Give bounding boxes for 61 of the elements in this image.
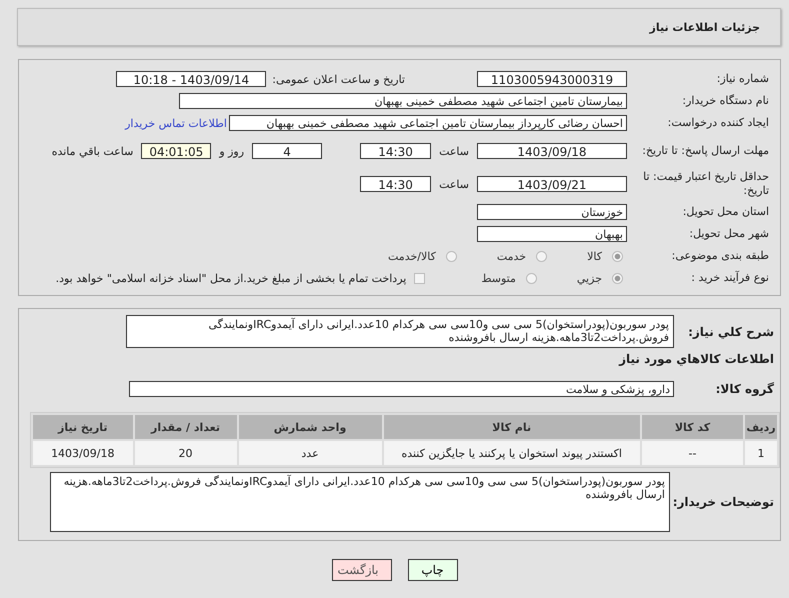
need-number-field: 1103005943000319	[477, 71, 627, 87]
column-header: تاریخ نیاز	[33, 415, 133, 439]
radio-button[interactable]	[612, 272, 623, 284]
column-header: واحد شمارش	[238, 415, 382, 439]
section-title: اطلاعات كالاهاي مورد نیاز	[618, 351, 775, 368]
radio-label: کالا/خدمت	[388, 250, 436, 262]
field-label: توضیحات خریدار:	[674, 495, 775, 509]
radio-label: خدمت	[496, 250, 526, 262]
creator-field: احسان رضائی کارپرداز بیمارستان تامین اجتماعی شهید مصطفی خمینی بهبهان	[229, 115, 627, 131]
page-title: جزئیات اطلاعات نیاز	[650, 20, 760, 34]
date-field: 1403/09/21	[477, 176, 627, 192]
column-header: تعداد / مقدار	[134, 415, 237, 439]
table-cell: 1	[745, 441, 777, 465]
table-cell: عدد	[238, 441, 382, 465]
table-cell: اکستندر پیوند استخوان یا پرکنند یا جایگزین کننده	[384, 441, 640, 465]
field-label: استان محل تحویل:	[682, 205, 770, 219]
time-field: 14:30	[360, 176, 432, 192]
field-label: مهلت ارسال پاسخ: تا تاریخ:	[641, 144, 770, 158]
column-header: کد کالا	[642, 415, 744, 439]
field-label: تاریخ و ساعت اعلان عمومی:	[272, 72, 405, 86]
description-textarea: پودر سوربون(پودراستخوان)5 سی سی و10سی سی هرکدام 10عدد.ایرانی دارای آیمدوIRCونمایندگی فروش.پرداخت2تا3ماهه.هزینه ارسال بافروشنده	[126, 315, 674, 348]
back-button[interactable]: بازگشت	[332, 559, 392, 581]
radio-button[interactable]	[446, 250, 457, 262]
radio-label: کالا	[587, 250, 602, 262]
radio-button[interactable]	[526, 272, 537, 284]
radio-button[interactable]	[612, 250, 623, 262]
days-field: 4	[252, 143, 322, 159]
table-cell: --	[642, 441, 744, 465]
column-header: نام کالا	[384, 415, 640, 439]
days-label: روز و	[219, 144, 244, 158]
field-label: نوع فرآیند خرید :	[690, 271, 770, 285]
radio-label: متوسط	[481, 272, 516, 284]
field-label: شرح کلي نیاز:	[687, 324, 775, 338]
goods-group-field: دارو، پزشکی و سلامت	[129, 381, 674, 397]
radio-button[interactable]	[536, 250, 548, 262]
date-field: 1403/09/18	[477, 143, 627, 159]
print-button[interactable]: چاپ	[408, 559, 458, 581]
radio-label: جزیي	[576, 272, 602, 284]
field-label: نام دستگاه خریدار:	[681, 94, 770, 108]
remaining-label: ساعت باقي مانده	[52, 144, 134, 158]
field-label: حداقل تاریخ اعتبار قیمت: تا تاریخ:	[642, 170, 770, 198]
time-label: ساعت	[439, 178, 469, 190]
buyer-field: بیمارستان تامین اجتماعی شهید مصطفی خمینی بهبهان	[179, 93, 627, 109]
province-field: خوزستان	[477, 204, 627, 220]
field-label: گروه کالا:	[714, 382, 775, 396]
announce-date-field: 1403/09/14 - 10:18	[116, 71, 266, 87]
buyer-notes-textarea: پودر سوربون(پودراستخوان)5 سی سی و10سی سی هرکدام 10عدد.ایرانی دارای آیمدوIRCونمایندگی فروش.پرداخت2تا3ماهه.هزینه ارسال بافروشنده	[50, 472, 670, 532]
checkbox-label: پرداخت تمام یا بخشی از مبلغ خرید.از محل "اسناد خزانه اسلامی" خواهد بود.	[56, 272, 406, 284]
time-label: ساعت	[439, 144, 469, 158]
buyer-contact-link[interactable]: اطلاعات تماس خریدار	[125, 116, 227, 130]
column-header: ردیف	[745, 415, 777, 439]
field-label: شهر محل تحویل:	[688, 227, 770, 241]
city-field: بهبهان	[477, 226, 627, 242]
field-label: شماره نیاز:	[716, 72, 770, 86]
time-field: 14:30	[360, 143, 432, 159]
remaining-time-field: 04:01:05	[141, 143, 212, 159]
table-cell: 20	[134, 441, 237, 465]
table-cell: 1403/09/18	[33, 441, 133, 465]
field-label: ایجاد کننده درخواست:	[666, 116, 770, 130]
checkbox[interactable]	[414, 272, 426, 284]
field-label: طبقه بندی موضوعی:	[670, 249, 770, 263]
